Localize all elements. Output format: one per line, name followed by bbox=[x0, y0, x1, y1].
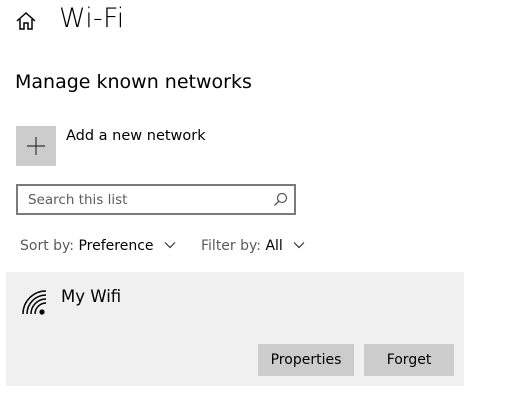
forget-button[interactable]: Forget bbox=[364, 344, 454, 376]
sort-dropdown[interactable]: Sort by: Preference bbox=[20, 238, 176, 254]
filter-value: All bbox=[265, 238, 283, 254]
search-icon[interactable] bbox=[273, 192, 288, 207]
network-list-item[interactable]: My Wifi Properties Forget bbox=[6, 272, 464, 386]
add-network-label: Add a new network bbox=[66, 128, 206, 144]
sort-filter-row: Sort by: Preference Filter by: All bbox=[0, 238, 520, 258]
home-icon[interactable] bbox=[15, 11, 37, 31]
wifi-settings-page: Wi-Fi Manage known networks Add a new ne… bbox=[0, 0, 520, 396]
chevron-down-icon bbox=[164, 241, 176, 248]
filter-dropdown[interactable]: Filter by: All bbox=[201, 238, 305, 254]
page-title: Wi-Fi bbox=[59, 3, 125, 34]
search-box[interactable] bbox=[16, 184, 296, 215]
sort-value: Preference bbox=[78, 238, 154, 254]
section-title: Manage known networks bbox=[15, 71, 252, 93]
network-name: My Wifi bbox=[61, 287, 122, 306]
add-network-button[interactable]: Add a new network bbox=[16, 126, 276, 166]
sort-label: Sort by: bbox=[20, 238, 75, 254]
properties-button[interactable]: Properties bbox=[258, 344, 354, 376]
filter-label: Filter by: bbox=[201, 238, 261, 254]
wifi-secured-icon bbox=[20, 288, 48, 316]
header: Wi-Fi bbox=[0, 0, 520, 44]
search-input[interactable] bbox=[18, 186, 258, 213]
chevron-down-icon bbox=[293, 241, 305, 248]
plus-icon bbox=[27, 137, 45, 155]
add-network-tile[interactable] bbox=[16, 126, 56, 166]
